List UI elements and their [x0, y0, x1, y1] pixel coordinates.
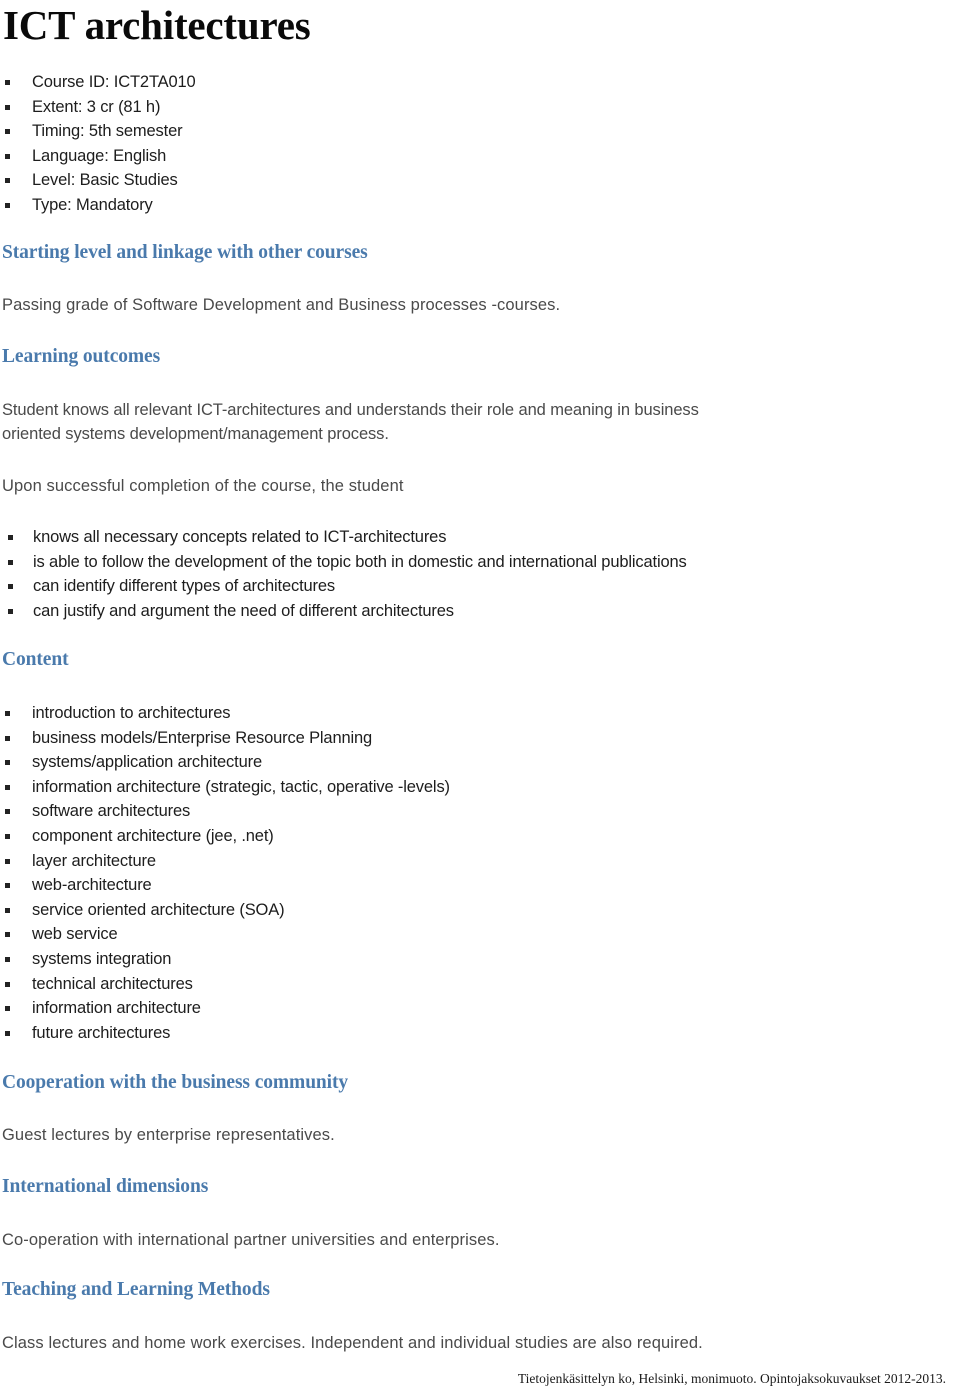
list-item-label: Type: Mandatory [32, 195, 153, 214]
list-item-label: knows all necessary concepts related to … [33, 528, 447, 546]
list-item: service oriented architecture (SOA) [0, 898, 450, 923]
list-item: can justify and argument the need of dif… [0, 599, 687, 624]
paragraph-line: oriented systems development/management … [2, 425, 389, 443]
list-item: is able to follow the development of the… [0, 550, 687, 575]
section-heading-content: Content [2, 649, 69, 670]
square-bullet-icon [5, 907, 10, 913]
section-heading-international-dimensions: International dimensions [2, 1176, 209, 1197]
list-item: business models/Enterprise Resource Plan… [0, 726, 450, 751]
paragraph-international-dimensions: Co-operation with international partner … [2, 1231, 500, 1249]
list-item-label: business models/Enterprise Resource Plan… [32, 728, 373, 747]
paragraph-learning-outcomes: Student knows all relevant ICT-architect… [2, 398, 699, 446]
list-item: web-architecture [0, 873, 450, 898]
paragraph-starting-level: Passing grade of Software Development an… [2, 296, 561, 314]
list-item-label: Timing: 5th semester [32, 122, 183, 141]
paragraph-line: Student knows all relevant ICT-architect… [2, 401, 699, 419]
square-bullet-icon [5, 981, 10, 987]
list-item-label: software architectures [32, 802, 191, 821]
list-item: Level: Basic Studies [0, 168, 196, 193]
list-item-label: future architectures [32, 1023, 171, 1042]
list-item: future architectures [0, 1021, 450, 1046]
list-item: software architectures [0, 799, 450, 824]
square-bullet-icon [8, 559, 13, 565]
page-footer: Tietojenkäsittelyn ko, Helsinki, monimuo… [517, 1371, 946, 1386]
list-item: information architecture [0, 996, 450, 1021]
list-item: Language: English [0, 144, 196, 169]
list-item-label: is able to follow the development of the… [33, 552, 687, 571]
document-page: ICT architectures Course ID: ICT2TA010 E… [0, 0, 960, 1395]
list-item: Type: Mandatory [0, 193, 196, 218]
square-bullet-icon [5, 202, 10, 208]
list-item-label: systems/application architecture [32, 753, 262, 772]
section-heading-learning-outcomes: Learning outcomes [2, 346, 161, 367]
content-list: introduction to architectures business m… [0, 701, 450, 1045]
square-bullet-icon [5, 784, 10, 790]
list-item-label: component architecture (jee, .net) [32, 826, 274, 845]
list-item-label: Language: English [32, 146, 167, 165]
learning-outcomes-list: knows all necessary concepts related to … [0, 525, 687, 623]
paragraph-cooperation: Guest lectures by enterprise representat… [2, 1126, 335, 1144]
list-item: knows all necessary concepts related to … [0, 525, 687, 550]
list-item-label: web service [32, 925, 118, 944]
list-item: component architecture (jee, .net) [0, 824, 450, 849]
list-item: web service [0, 922, 450, 947]
page-title: ICT architectures [3, 2, 311, 48]
list-item: technical architectures [0, 972, 450, 997]
square-bullet-icon [5, 956, 10, 962]
square-bullet-icon [5, 80, 10, 85]
list-item: information architecture (strategic, tac… [0, 775, 450, 800]
section-heading-cooperation: Cooperation with the business community [2, 1072, 349, 1093]
list-item: Course ID: ICT2TA010 [0, 70, 196, 95]
list-item: introduction to architectures [0, 701, 450, 726]
list-item: Timing: 5th semester [0, 119, 196, 144]
list-item: systems integration [0, 947, 450, 972]
section-heading-starting-level: Starting level and linkage with other co… [2, 242, 368, 263]
square-bullet-icon [5, 129, 10, 135]
paragraph-teaching-methods: Class lectures and home work exercises. … [2, 1334, 703, 1352]
square-bullet-icon [8, 584, 13, 590]
square-bullet-icon [5, 735, 10, 741]
list-item-label: layer architecture [32, 851, 156, 870]
square-bullet-icon [5, 760, 10, 766]
list-item-label: information architecture [32, 999, 201, 1018]
list-item: layer architecture [0, 849, 450, 874]
square-bullet-icon [5, 153, 10, 159]
list-item-label: introduction to architectures [32, 704, 231, 722]
square-bullet-icon [5, 1006, 10, 1012]
square-bullet-icon [5, 932, 10, 938]
square-bullet-icon [5, 809, 10, 815]
list-item: Extent: 3 cr (81 h) [0, 95, 196, 120]
list-item-label: Level: Basic Studies [32, 171, 178, 190]
square-bullet-icon [5, 833, 10, 839]
list-item-label: Extent: 3 cr (81 h) [32, 97, 161, 116]
square-bullet-icon [5, 1030, 10, 1036]
list-item-label: information architecture (strategic, tac… [32, 777, 450, 796]
square-bullet-icon [5, 711, 10, 716]
list-item-label: technical architectures [32, 974, 193, 993]
square-bullet-icon [8, 608, 13, 614]
list-item-label: can justify and argument the need of dif… [33, 601, 454, 620]
square-bullet-icon [5, 858, 10, 864]
list-item: can identify different types of architec… [0, 574, 687, 599]
square-bullet-icon [5, 104, 10, 110]
list-item-label: service oriented architecture (SOA) [32, 900, 285, 919]
square-bullet-icon [8, 535, 13, 540]
square-bullet-icon [5, 883, 10, 889]
list-item-label: Course ID: ICT2TA010 [32, 73, 196, 91]
section-heading-teaching-methods: Teaching and Learning Methods [2, 1279, 270, 1300]
list-item-label: systems integration [32, 949, 172, 968]
course-meta-list: Course ID: ICT2TA010 Extent: 3 cr (81 h)… [0, 70, 196, 218]
paragraph-lead-in: Upon successful completion of the course… [2, 477, 404, 495]
list-item-label: web-architecture [32, 876, 152, 895]
list-item-label: can identify different types of architec… [33, 577, 336, 596]
square-bullet-icon [5, 178, 10, 184]
list-item: systems/application architecture [0, 750, 450, 775]
